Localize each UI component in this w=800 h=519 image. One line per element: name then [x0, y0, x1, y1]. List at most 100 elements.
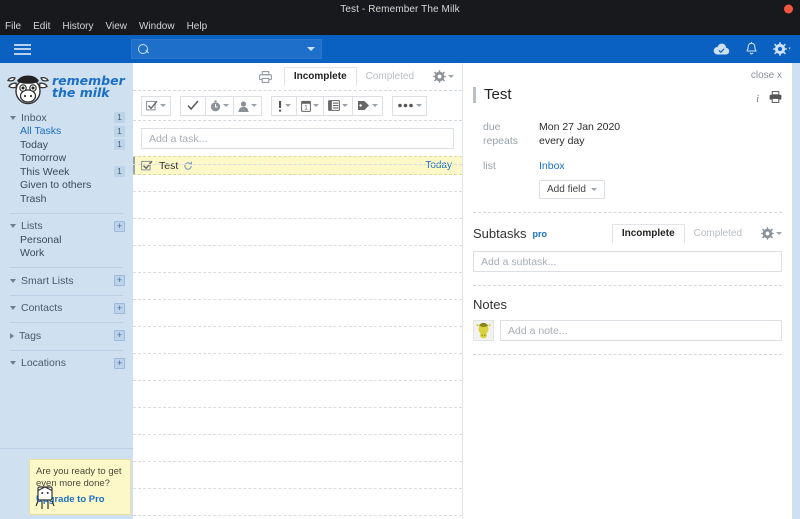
menu-item-file[interactable]: File — [5, 21, 21, 32]
add-field-button[interactable]: Add field — [539, 180, 605, 199]
task-detail-card: close x Test i due Mon 27 Jan 2020 repea… — [463, 63, 792, 519]
chevron-down-icon[interactable] — [307, 47, 315, 51]
field-value[interactable]: Inbox — [539, 159, 565, 173]
triangle-down-icon[interactable] — [10, 361, 16, 366]
gear-icon — [761, 227, 774, 240]
sidebar-section-label: Tags — [19, 329, 42, 342]
add-tag-button[interactable]: + — [114, 330, 125, 342]
exclamation-icon — [279, 100, 282, 112]
gear-icon — [433, 70, 446, 83]
menu-item-history[interactable]: History — [62, 21, 93, 32]
sidebar-item-tomorrow[interactable]: Tomorrow — [0, 152, 133, 166]
triangle-down-icon[interactable] — [10, 224, 16, 229]
add-subtask-input[interactable] — [481, 255, 774, 268]
chevron-down-icon — [160, 104, 166, 107]
cow-avatar-icon — [476, 322, 491, 339]
due-date-button[interactable]: 1 — [296, 95, 324, 116]
more-actions-button[interactable] — [392, 95, 427, 116]
complete-button[interactable] — [180, 95, 206, 116]
postpone-button[interactable] — [205, 95, 234, 116]
toolbar-group-select — [141, 95, 171, 116]
chevron-down-icon — [416, 104, 422, 107]
tab-completed[interactable]: Completed — [357, 68, 423, 85]
avatar — [473, 320, 494, 341]
svg-text:1: 1 — [304, 105, 308, 111]
sidebar-section-tags[interactable]: Tags + — [0, 329, 133, 343]
notes-header: Notes — [473, 286, 782, 312]
print-icon[interactable] — [258, 70, 272, 83]
sidebar-divider — [10, 349, 123, 351]
search-box[interactable] — [131, 39, 322, 59]
assign-button[interactable] — [233, 95, 262, 116]
sidebar-divider — [10, 212, 123, 214]
menu-item-view[interactable]: View — [105, 21, 127, 32]
triangle-right-icon[interactable] — [10, 332, 14, 339]
calendar-icon: 1 — [301, 100, 311, 112]
tab-subtasks-completed[interactable]: Completed — [685, 225, 751, 242]
print-icon[interactable] — [769, 90, 782, 108]
settings-gear-icon[interactable] — [773, 42, 792, 56]
task-list-panel: Incomplete Completed 1 Add a task... Tes… — [133, 63, 463, 519]
close-detail-button[interactable]: close x — [751, 70, 782, 81]
tags-button[interactable] — [352, 95, 383, 116]
add-subtask-field[interactable] — [473, 251, 782, 272]
priority-button[interactable] — [271, 95, 297, 116]
sidebar-section-locations[interactable]: Locations + — [0, 357, 133, 371]
move-to-list-button[interactable] — [323, 95, 353, 116]
sidebar-item-this-week[interactable]: This Week 1 — [0, 165, 133, 179]
cloud-sync-icon[interactable] — [713, 43, 730, 56]
app-logo[interactable]: remember the milk — [0, 63, 133, 107]
sidebar-section-inbox[interactable]: Inbox 1 — [0, 111, 133, 125]
field-value[interactable]: Mon 27 Jan 2020 — [539, 120, 620, 134]
menu-item-help[interactable]: Help — [187, 21, 208, 32]
add-location-button[interactable]: + — [114, 357, 125, 369]
list-icon — [328, 100, 340, 111]
triangle-down-icon[interactable] — [10, 306, 16, 311]
sidebar-item-work[interactable]: Work — [0, 247, 133, 261]
menu-item-window[interactable]: Window — [139, 21, 175, 32]
sidebar-section-contacts[interactable]: Contacts + — [0, 302, 133, 316]
sidebar-section-smart-lists[interactable]: Smart Lists + — [0, 274, 133, 288]
field-label: due — [483, 121, 501, 133]
sidebar-item-given-to-others[interactable]: Given to others — [0, 179, 133, 193]
menu-item-edit[interactable]: Edit — [33, 21, 50, 32]
add-contact-button[interactable]: + — [114, 302, 125, 314]
add-note-input[interactable] — [508, 324, 774, 337]
sidebar-item-trash[interactable]: Trash — [0, 192, 133, 206]
subtasks-title: Subtasks — [473, 226, 527, 241]
sidebar-item-all-tasks[interactable]: All Tasks 1 — [0, 125, 133, 139]
task-list-settings-button[interactable] — [433, 70, 454, 83]
tab-incomplete[interactable]: Incomplete — [283, 67, 357, 86]
tab-subtasks-incomplete[interactable]: Incomplete — [611, 224, 685, 243]
empty-task-rows — [133, 138, 462, 519]
subtasks-header: Subtasks pro Incomplete Completed — [473, 213, 782, 243]
detail-top-bar: close x — [473, 63, 782, 81]
sidebar-item-today[interactable]: Today 1 — [0, 138, 133, 152]
window-close-button[interactable] — [784, 4, 793, 14]
add-list-button[interactable]: + — [114, 220, 125, 232]
field-value[interactable]: every day — [539, 134, 585, 148]
sidebar-section-lists[interactable]: Lists + — [0, 220, 133, 234]
add-smart-list-button[interactable]: + — [114, 275, 125, 287]
page-title[interactable]: Test — [473, 87, 512, 103]
ellipsis-icon — [398, 103, 413, 108]
search-input[interactable] — [154, 43, 307, 55]
chevron-down-icon — [342, 104, 348, 107]
add-note-field[interactable] — [500, 320, 782, 341]
select-all-button[interactable] — [141, 95, 171, 116]
info-icon[interactable]: i — [756, 94, 759, 105]
triangle-down-icon[interactable] — [10, 115, 16, 120]
chevron-down-icon[interactable] — [448, 75, 454, 78]
tag-icon — [358, 101, 369, 110]
task-fields: due Mon 27 Jan 2020 repeats every day li… — [483, 120, 782, 199]
chevron-down-icon[interactable] — [776, 232, 782, 235]
notifications-bell-icon[interactable] — [745, 42, 758, 56]
hamburger-icon[interactable] — [0, 43, 44, 55]
sidebar: remember the milk Inbox 1 All Tasks 1 To… — [0, 63, 133, 519]
pro-badge: pro — [532, 228, 547, 239]
app-body: remember the milk Inbox 1 All Tasks 1 To… — [0, 63, 800, 519]
sidebar-item-label: Work — [20, 247, 45, 260]
triangle-down-icon[interactable] — [10, 278, 16, 283]
subtasks-settings-button[interactable] — [761, 227, 782, 240]
sidebar-item-personal[interactable]: Personal — [0, 233, 133, 247]
